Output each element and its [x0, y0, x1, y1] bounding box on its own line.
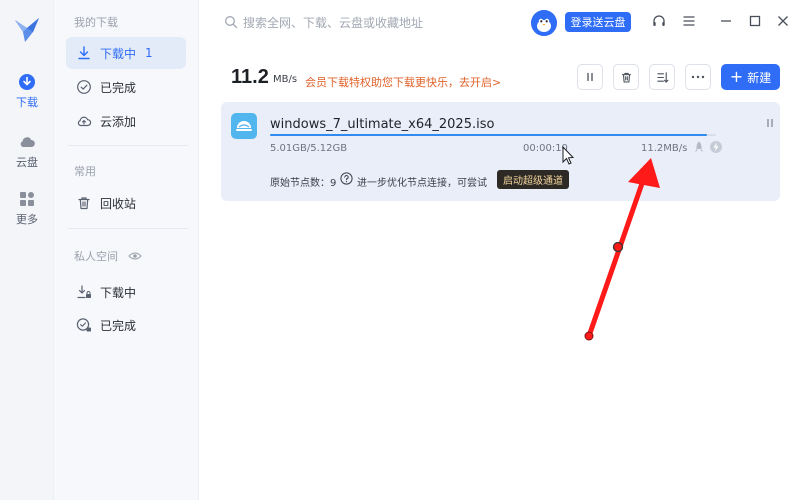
common-heading: 常用: [74, 165, 96, 178]
sidebar-item-completed[interactable]: 已完成: [66, 71, 186, 103]
minimize-icon[interactable]: [718, 13, 734, 29]
trash-icon: [78, 197, 90, 210]
rail-item-cloud[interactable]: 云盘: [0, 133, 54, 170]
help-circle-icon[interactable]: [340, 172, 353, 185]
task-progress-bar: [270, 134, 716, 136]
vip-promo-link[interactable]: 会员下载特权助您下载更快乐，去开启>: [305, 74, 501, 90]
lightning-icon[interactable]: [709, 140, 723, 154]
download-lock-icon: [77, 285, 91, 299]
rail-item-download[interactable]: 下载: [0, 73, 54, 110]
check-circle-icon: [77, 80, 91, 94]
task-progress-fill: [270, 134, 707, 136]
source-node-count: 原始节点数：9: [270, 178, 337, 189]
sidebar-item-recycle-bin[interactable]: 回收站: [66, 187, 186, 219]
sidebar-item-label: 已完成: [100, 318, 137, 333]
cloud-upload-icon: [77, 116, 92, 127]
private-space-heading: 私人空间: [74, 248, 142, 264]
sidebar-item-private-downloading[interactable]: 下载中: [66, 276, 186, 308]
new-task-button[interactable]: + 新建: [721, 64, 780, 90]
private-space-label: 私人空间: [74, 250, 118, 263]
delete-button[interactable]: [613, 64, 639, 90]
avatar[interactable]: [531, 10, 557, 36]
app-logo-icon: [15, 18, 39, 42]
sidebar-divider: [68, 145, 188, 146]
annotation-mid-dot: [612, 241, 624, 253]
rocket-icon[interactable]: [692, 140, 706, 154]
task-pause-icon[interactable]: [765, 118, 775, 128]
check-lock-icon: [76, 318, 91, 332]
pause-all-button[interactable]: [577, 64, 603, 90]
download-arrow-icon: [78, 46, 90, 60]
total-speed-unit: MB/s: [273, 74, 298, 85]
total-speed-value: 11.2: [231, 66, 269, 88]
sidebar-item-label: 回收站: [100, 196, 137, 211]
disc-image-file-icon: [231, 113, 257, 139]
login-button[interactable]: 登录送云盘: [565, 12, 631, 32]
sidebar-item-label: 已完成: [100, 80, 137, 95]
task-elapsed-time: 00:00:10: [523, 143, 568, 154]
downloading-count-badge: 1: [145, 46, 153, 60]
task-file-name[interactable]: windows_7_ultimate_x64_2025.iso: [270, 117, 494, 132]
annotation-start-dot: [584, 331, 594, 341]
search-placeholder: 搜索全网、下载、云盘或收藏地址: [243, 15, 424, 30]
download-task-card[interactable]: windows_7_ultimate_x64_2025.iso 5.01GB/5…: [221, 102, 780, 201]
close-icon[interactable]: [775, 13, 791, 29]
search-input[interactable]: 搜索全网、下载、云盘或收藏地址: [224, 13, 474, 31]
sort-icon: [656, 71, 668, 83]
search-icon: [225, 16, 238, 29]
sort-button[interactable]: [649, 64, 675, 90]
optimize-hint: 进一步优化节点连接，可尝试: [357, 178, 487, 189]
pause-icon: [587, 73, 593, 81]
headset-icon[interactable]: [651, 13, 667, 29]
ellipsis-icon: [691, 75, 705, 79]
sidebar-item-label: 云添加: [100, 114, 137, 129]
my-downloads-heading: 我的下载: [74, 16, 118, 29]
rail-label-download: 下载: [16, 96, 38, 109]
task-download-rate: 11.2MB/s: [641, 143, 688, 154]
sidebar-item-cloud-add[interactable]: 云添加: [66, 105, 186, 137]
rail-label-cloud: 云盘: [16, 156, 38, 169]
rail-item-more[interactable]: 更多: [0, 190, 54, 227]
cloud-icon: [20, 137, 35, 147]
bird-avatar-icon: [531, 10, 557, 36]
rail-label-more: 更多: [16, 213, 38, 226]
sidebar-item-label: 下载中: [100, 46, 137, 61]
maximize-icon[interactable]: [747, 13, 763, 29]
new-task-label: 新建: [747, 70, 772, 85]
trash-icon: [621, 72, 631, 82]
download-sidebar: 我的下载 下载中 1 已完成 云添加 常用 回收站 私人空间 下载中 已完成: [54, 0, 199, 500]
download-circle-icon: [19, 74, 35, 90]
apps-icon: [20, 192, 34, 206]
more-options-button[interactable]: [685, 64, 711, 90]
sidebar-item-downloading[interactable]: 下载中 1: [66, 37, 186, 69]
plus-icon: +: [729, 67, 744, 86]
task-size-progress: 5.01GB/5.12GB: [270, 143, 348, 154]
sidebar-divider: [68, 228, 188, 229]
menu-icon[interactable]: [681, 13, 697, 29]
eye-icon[interactable]: [127, 251, 142, 261]
sidebar-item-label: 下载中: [100, 285, 137, 300]
super-channel-button[interactable]: 启动超级通道: [497, 170, 569, 189]
left-rail: 下载 云盘 更多: [0, 0, 54, 500]
sidebar-item-private-completed[interactable]: 已完成: [66, 309, 186, 341]
